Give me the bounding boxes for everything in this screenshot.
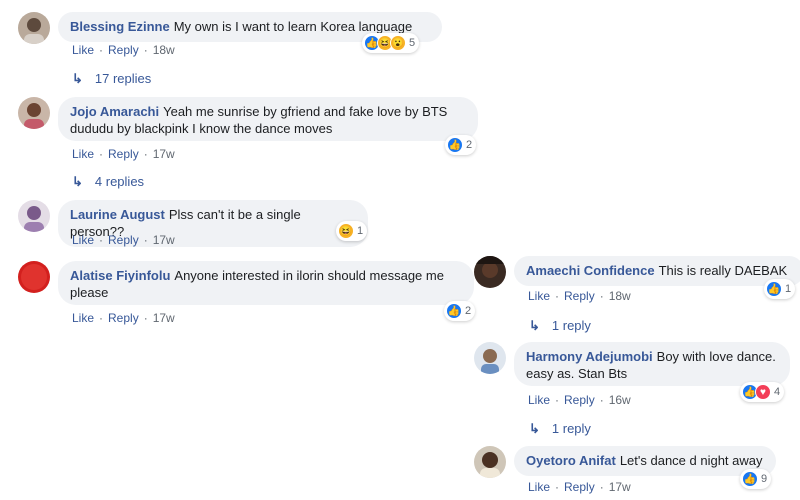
timestamp[interactable]: 17w: [609, 480, 631, 494]
heart-icon: ♥: [755, 384, 771, 400]
timestamp[interactable]: 17w: [153, 147, 175, 161]
like-link[interactable]: Like: [528, 480, 550, 494]
comment-text: Let's dance d night away: [619, 453, 763, 468]
reply-link[interactable]: Reply: [564, 393, 595, 407]
reply-link[interactable]: Reply: [108, 147, 139, 161]
avatar[interactable]: [474, 256, 506, 288]
view-replies-link[interactable]: ↳ 1 reply: [529, 318, 591, 334]
reply-arrow-icon: ↳: [72, 174, 83, 189]
like-link[interactable]: Like: [72, 311, 94, 325]
comment-actions: Like · Reply · 18w: [528, 289, 631, 303]
avatar[interactable]: [18, 200, 50, 232]
comment-actions: Like · Reply · 17w: [72, 233, 175, 247]
comment-actions: Like · Reply · 16w: [528, 393, 631, 407]
reaction-summary[interactable]: 👍 2: [445, 135, 477, 155]
commenter-name[interactable]: Blessing Ezinne: [70, 19, 170, 34]
view-replies-link[interactable]: ↳ 4 replies: [72, 174, 144, 190]
comment-text: This is really DAEBAK: [658, 263, 788, 278]
timestamp[interactable]: 17w: [153, 233, 175, 247]
reply-link[interactable]: Reply: [564, 480, 595, 494]
comment-actions: Like · Reply · 17w: [528, 480, 631, 494]
thumbs-up-icon: 👍: [742, 471, 758, 487]
reaction-count: 2: [465, 305, 472, 317]
reply-link[interactable]: Reply: [564, 289, 595, 303]
commenter-name[interactable]: Laurine August: [70, 207, 165, 222]
avatar[interactable]: [18, 12, 50, 44]
comment-actions: Like · Reply · 17w: [72, 311, 175, 325]
avatar[interactable]: [18, 261, 50, 293]
reaction-count: 2: [466, 139, 473, 151]
commenter-name[interactable]: Jojo Amarachi: [70, 104, 159, 119]
reaction-summary[interactable]: 👍 😆 😮 5: [362, 33, 420, 53]
surprised-face-icon: 😮: [390, 35, 406, 51]
comment-actions: Like · Reply · 17w: [72, 147, 175, 161]
comment-actions: Like · Reply · 18w: [72, 43, 175, 57]
like-link[interactable]: Like: [528, 393, 550, 407]
commenter-name[interactable]: Amaechi Confidence: [526, 263, 655, 278]
reply-arrow-icon: ↳: [529, 421, 540, 436]
timestamp[interactable]: 18w: [153, 43, 175, 57]
reaction-summary[interactable]: 👍 1: [764, 279, 796, 299]
reaction-count: 1: [357, 225, 364, 237]
avatar[interactable]: [474, 446, 506, 478]
commenter-name[interactable]: Oyetoro Anifat: [526, 453, 616, 468]
like-link[interactable]: Like: [72, 147, 94, 161]
reaction-summary[interactable]: 😆 1: [336, 221, 368, 241]
thumbs-up-icon: 👍: [446, 303, 462, 319]
comment-text: My own is I want to learn Korea language: [173, 19, 413, 34]
timestamp[interactable]: 17w: [153, 311, 175, 325]
like-link[interactable]: Like: [72, 43, 94, 57]
avatar[interactable]: [18, 97, 50, 129]
reaction-count: 9: [761, 473, 768, 485]
avatar[interactable]: [474, 342, 506, 374]
reaction-summary[interactable]: 👍 9: [740, 469, 772, 489]
like-link[interactable]: Like: [528, 289, 550, 303]
timestamp[interactable]: 18w: [609, 289, 631, 303]
commenter-name[interactable]: Harmony Adejumobi: [526, 349, 653, 364]
view-replies-link[interactable]: ↳ 1 reply: [529, 421, 591, 437]
reaction-summary[interactable]: 👍 2: [444, 301, 476, 321]
reaction-count: 1: [785, 283, 792, 295]
reaction-count: 4: [774, 386, 781, 398]
thumbs-up-icon: 👍: [447, 137, 463, 153]
reply-link[interactable]: Reply: [108, 311, 139, 325]
view-replies-link[interactable]: ↳ 17 replies: [72, 71, 151, 87]
reply-arrow-icon: ↳: [529, 318, 540, 333]
timestamp[interactable]: 16w: [609, 393, 631, 407]
reply-link[interactable]: Reply: [108, 233, 139, 247]
comment-bubble: Jojo Amarachi Yeah me sunrise by gfriend …: [58, 97, 478, 141]
reply-arrow-icon: ↳: [72, 71, 83, 86]
commenter-name[interactable]: Alatise Fiyinfolu: [70, 268, 170, 283]
comment-bubble: Oyetoro Anifat Let's dance d night away: [514, 446, 776, 476]
like-link[interactable]: Like: [72, 233, 94, 247]
reaction-count: 5: [409, 37, 416, 49]
laughing-face-icon: 😆: [338, 223, 354, 239]
reply-link[interactable]: Reply: [108, 43, 139, 57]
thumbs-up-icon: 👍: [766, 281, 782, 297]
comment-bubble: Alatise Fiyinfolu Anyone interested in il…: [58, 261, 474, 305]
comment-bubble: Harmony Adejumobi Boy with love dance. ea…: [514, 342, 790, 386]
comment-bubble: Amaechi Confidence This is really DAEBAK: [514, 256, 800, 286]
reaction-summary[interactable]: 👍 ♥ 4: [740, 382, 785, 402]
